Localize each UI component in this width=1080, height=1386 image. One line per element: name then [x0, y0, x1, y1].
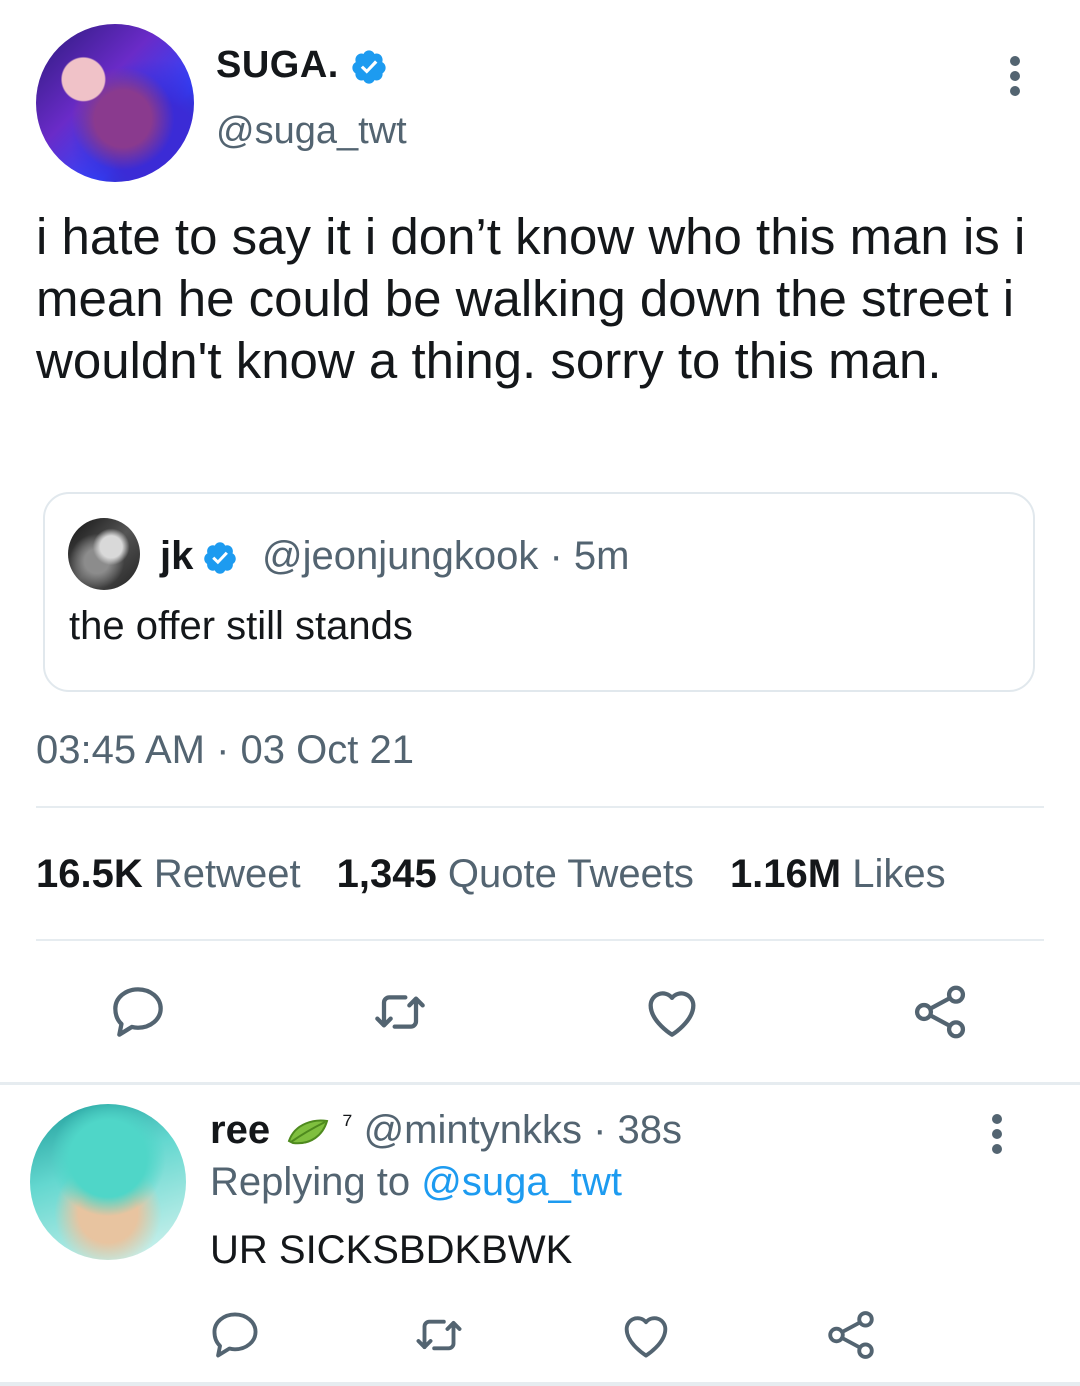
more-vertical-icon[interactable] [1000, 50, 1030, 102]
reply-text: UR SICKSBDKBWK [210, 1228, 573, 1272]
retweet-icon[interactable] [410, 1306, 468, 1364]
section-separator [0, 1082, 1080, 1085]
reply-name-suffix: ⁷ [342, 1108, 353, 1139]
quote-author-avatar[interactable] [68, 518, 140, 590]
verified-badge-icon [352, 50, 386, 84]
quote-author-name-row: jk [160, 534, 238, 579]
retweets-label: Retweet [153, 852, 301, 896]
verified-badge-icon [204, 542, 237, 575]
more-vertical-icon[interactable] [982, 1108, 1012, 1160]
replying-to: Replying to @suga_twt [210, 1160, 622, 1205]
reply-icon[interactable] [206, 1306, 264, 1364]
quote-author-display-name: jk [160, 534, 194, 578]
retweet-icon[interactable] [368, 980, 432, 1044]
quotes-stat[interactable]: 1,345 Quote Tweets [337, 852, 694, 896]
retweets-count: 16.5K [36, 852, 143, 896]
share-icon[interactable] [908, 980, 972, 1044]
like-icon[interactable] [640, 980, 704, 1044]
reply-icon[interactable] [106, 980, 170, 1044]
reply-author-avatar[interactable] [30, 1104, 186, 1260]
reply-header: ree ⁷ @mintynkks · 38s [210, 1108, 682, 1153]
author-display-name: SUGA. [216, 44, 339, 86]
author-avatar[interactable] [36, 24, 194, 182]
retweets-stat[interactable]: 16.5K Retweet [36, 852, 301, 896]
tweet-stats: 16.5K Retweet 1,345 Quote Tweets 1.16M Lik… [36, 852, 946, 897]
author-handle[interactable]: @suga_twt [216, 110, 407, 153]
tweet-text: i hate to say it i don’t know who this m… [36, 208, 1026, 389]
bottom-separator [0, 1382, 1080, 1386]
author-name-row[interactable]: SUGA. [216, 44, 388, 87]
quote-author-handle-time: @jeonjungkook · 5m [262, 534, 630, 578]
quotes-count: 1,345 [336, 852, 437, 896]
likes-label: Likes [852, 852, 946, 896]
likes-stat[interactable]: 1.16M Likes [730, 852, 946, 896]
quotes-label: Quote Tweets [447, 852, 694, 896]
reply-author-handle-time: @mintynkks · 38s [363, 1108, 683, 1152]
reply-author-display-name[interactable]: ree [210, 1108, 270, 1152]
divider [36, 806, 1044, 808]
quote-tweet-text: the offer still stands [69, 604, 413, 648]
like-icon[interactable] [617, 1306, 675, 1364]
replying-to-prefix: Replying to [210, 1160, 411, 1204]
tweet-timestamp: 03:45 AM · 03 Oct 21 [36, 728, 414, 772]
share-icon[interactable] [822, 1306, 880, 1364]
quote-tweet-card[interactable] [43, 492, 1035, 692]
leaf-emoji-icon [287, 1119, 329, 1145]
likes-count: 1.16M [729, 852, 842, 896]
replying-to-mention[interactable]: @suga_twt [421, 1160, 622, 1204]
divider [36, 939, 1044, 941]
